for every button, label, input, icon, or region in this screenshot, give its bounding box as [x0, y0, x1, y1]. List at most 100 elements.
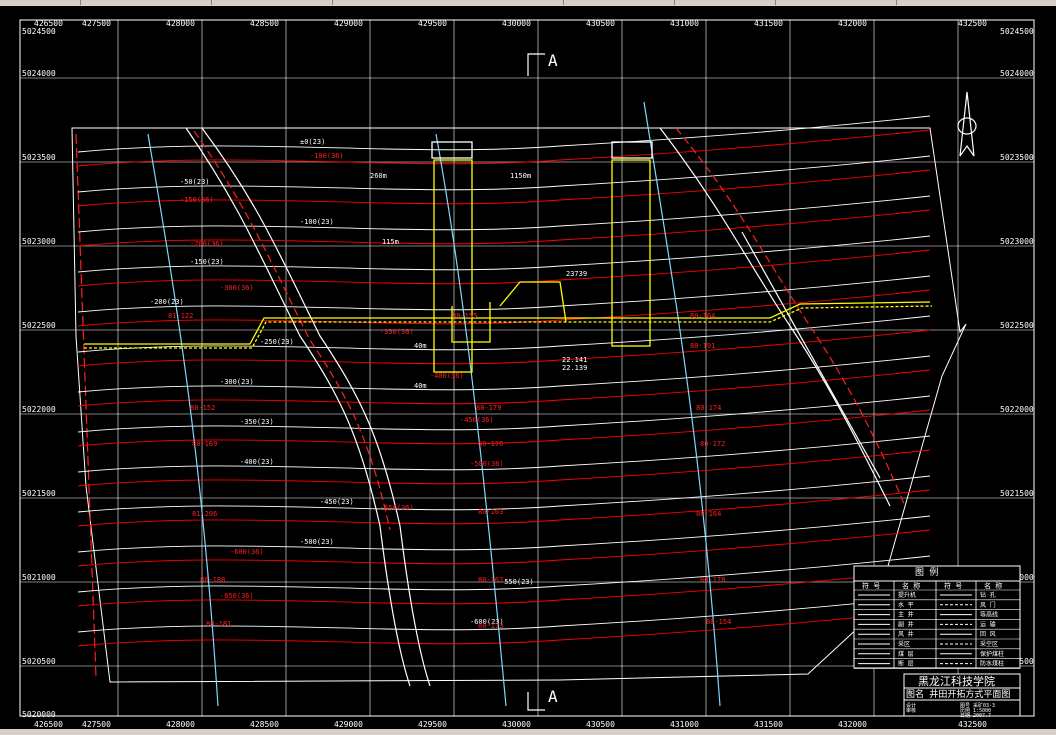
legend-name: 钻 孔: [980, 591, 996, 599]
coord-label-left: 5024000: [22, 69, 56, 78]
contour-label-red: -100(36): [310, 152, 344, 160]
contour-label-red: -450(36): [460, 416, 494, 424]
borehole-label: 80-176: [478, 440, 503, 448]
contour-label-red: -350(36): [380, 328, 414, 336]
toolbar-tab[interactable]: [776, 0, 897, 5]
coord-label-right: 5021500: [1000, 489, 1034, 498]
legend-name: 提升机: [898, 591, 916, 599]
legend-name: 断 层: [898, 660, 914, 668]
borehole-label: 80-155: [452, 312, 477, 320]
toolbar-tab[interactable]: [0, 0, 81, 5]
toolbar-tab[interactable]: [212, 0, 333, 5]
legend-name: 水 平: [898, 601, 914, 609]
legend-header: 名 称: [902, 581, 920, 590]
contour-white: [77, 355, 931, 393]
borehole-label: 80-188: [200, 576, 225, 584]
coord-label-bottom: 428500: [250, 720, 279, 729]
roadway-annotation: 40m: [414, 342, 427, 350]
legend-name: 采空区: [980, 640, 998, 648]
borehole-label: 80-181: [206, 620, 231, 628]
legend-name: 防水煤柱: [980, 660, 1004, 668]
contour-label-red: -400(36): [430, 372, 464, 380]
contour-label-red: -600(36): [230, 548, 264, 556]
legend-name: 运 输: [980, 620, 996, 628]
contour-red: [77, 449, 931, 487]
borehole-label: 80-191: [690, 342, 715, 350]
coord-label-left: 5021500: [22, 489, 56, 498]
toolbar-tab[interactable]: [81, 0, 212, 5]
legend-name: 等高线: [980, 611, 998, 619]
coord-label-bottom: 426500: [34, 720, 63, 729]
contour-label-white: -400(23): [240, 458, 274, 466]
borehole-label: 80-163: [478, 508, 503, 516]
roadway-annotation: 1150m: [510, 172, 531, 180]
legend-name: 风 井: [898, 630, 914, 638]
coord-label-right: 5023500: [1000, 153, 1034, 162]
roadway-annotation: 260m: [370, 172, 387, 180]
coord-label-bottom: 432500: [958, 720, 987, 729]
borehole-label: 80-178: [700, 576, 725, 584]
roadway-annotation: 22.141: [562, 356, 587, 364]
toolbar-tab[interactable]: [333, 0, 564, 5]
coord-label-top: 431000: [670, 19, 699, 28]
coord-label-bottom: 430000: [502, 720, 531, 729]
coord-label-top: 431500: [754, 19, 783, 28]
contour-label-white: -50(23): [180, 178, 210, 186]
map-labels: ±0(23) -50(23) -100(23) -150(23) -200(23) -25…: [150, 138, 731, 630]
contour-label-white: -250(23): [260, 338, 294, 346]
coord-label-top: 430500: [586, 19, 615, 28]
coord-label-left: 5020000: [22, 710, 56, 719]
roadway-annotation: 115m: [382, 238, 399, 246]
roadway-annotation: 22.139: [562, 364, 587, 372]
contour-label-red: -300(36): [220, 284, 254, 292]
contour-label-white: -500(23): [300, 538, 334, 546]
coord-label-left: 5022500: [22, 321, 56, 330]
contour-label-red: -500(36): [470, 460, 504, 468]
contour-label-white: ±0(23): [300, 138, 325, 146]
coord-label-right: 5024000: [1000, 69, 1034, 78]
contour-label-white: -300(23): [220, 378, 254, 386]
borehole-label: 80-164: [690, 312, 715, 320]
contour-label-white: -200(23): [150, 298, 184, 306]
legend-panel: 图 例 符 号 名 称 符 号 名 称提升机水 平主 井副 井风 井采区煤 层断 层 钻…: [853, 565, 1021, 669]
coord-label-left: 5021000: [22, 573, 56, 582]
coord-label-top: 429000: [334, 19, 363, 28]
borehole-label: 80-169: [192, 440, 217, 448]
legend-name: 副 井: [898, 620, 914, 628]
borehole-label: 81-206: [192, 510, 217, 518]
contour-red: [77, 609, 931, 647]
legend-name: 回 风: [980, 631, 996, 638]
legend-header: 名 称: [984, 581, 1002, 590]
borehole-label: 80-164: [696, 510, 721, 518]
title-drawing-name: 图名 井田开拓方式平面图: [906, 688, 1010, 700]
borehole-label: 80-152: [190, 404, 215, 412]
coord-label-top: 432000: [838, 19, 867, 28]
contour-red: [77, 249, 931, 287]
coord-label-bottom: 430500: [586, 720, 615, 729]
contour-white: [77, 155, 931, 193]
contour-label-white: -100(23): [300, 218, 334, 226]
contour-red: [77, 129, 931, 167]
coord-label-top: 428000: [166, 19, 195, 28]
roadway-annotation: 23739: [566, 270, 587, 278]
coord-label-left: 5022000: [22, 405, 56, 414]
contour-white: [77, 555, 931, 593]
toolbar-tab[interactable]: [564, 0, 675, 5]
contour-white: [77, 475, 931, 513]
title-field: 审核: [906, 707, 916, 714]
title-block: 黑龙江科技学院 图名 井田开拓方式平面图 设计 审核 图号 采矿03-3比例 1…: [903, 673, 1021, 719]
borehole-label: 80-172: [700, 440, 725, 448]
title-school: 黑龙江科技学院: [918, 674, 995, 688]
contour-label-white: -550(23): [500, 578, 534, 586]
contour-label-white: -350(23): [240, 418, 274, 426]
coord-label-left: 5024500: [22, 27, 56, 36]
contour-label-red: -650(36): [220, 592, 254, 600]
toolbar-tab[interactable]: [675, 0, 776, 5]
section-mark-bottom: A: [548, 687, 558, 706]
cad-drawing-canvas[interactable]: 426500 427500 428000 428500 429000 429500 4300…: [0, 6, 1056, 729]
borehole-label: 80-173: [478, 622, 503, 630]
contour-red: [77, 489, 931, 527]
contour-label-red: -550(36): [380, 504, 414, 512]
legend-name: 风 门: [980, 601, 996, 609]
coord-label-left: 5023000: [22, 237, 56, 246]
